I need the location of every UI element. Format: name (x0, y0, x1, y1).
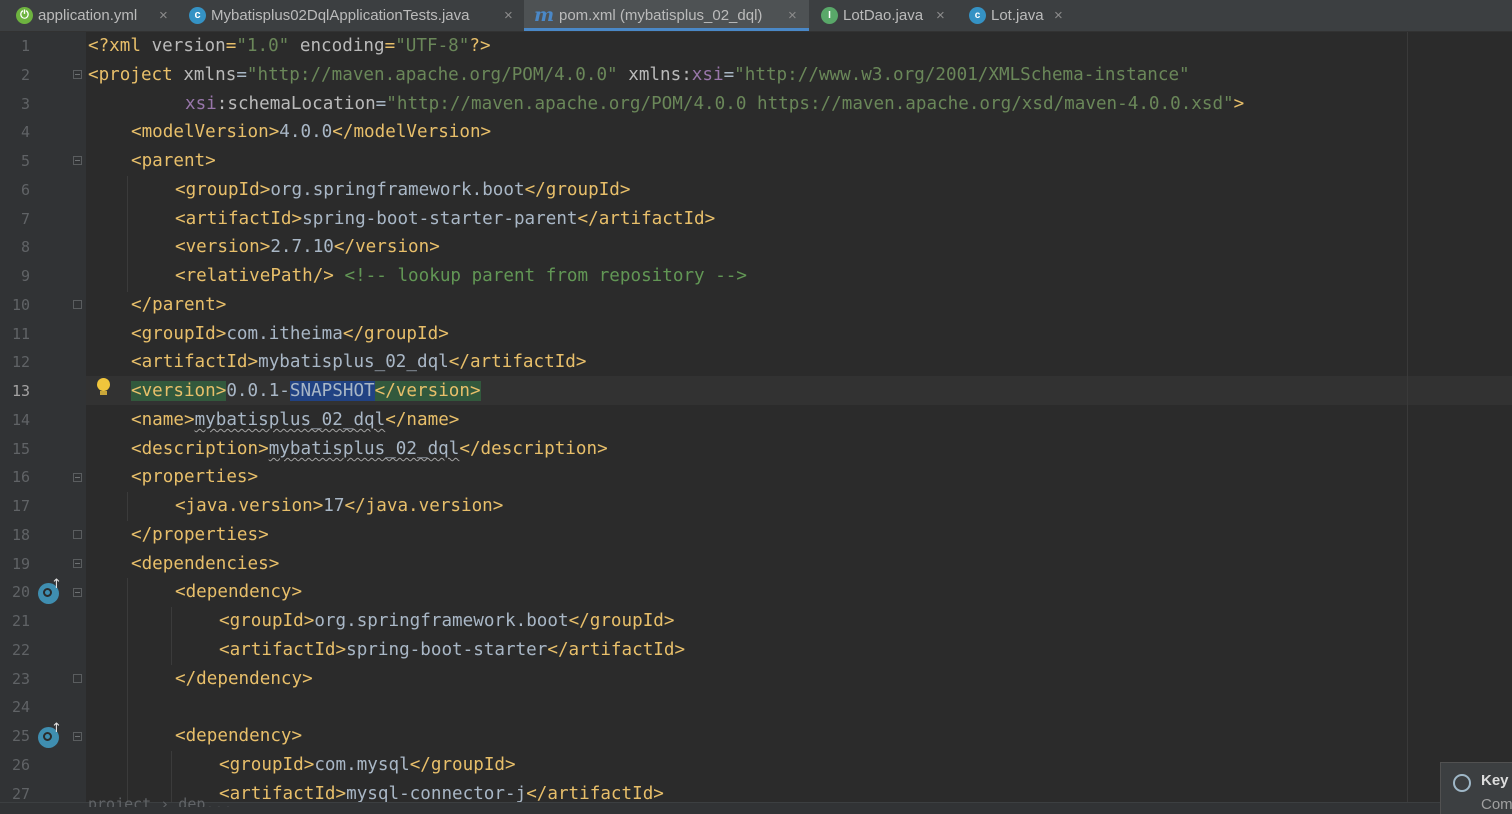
line-number: 26 (11, 756, 30, 774)
code-line: <parent> (131, 151, 216, 171)
tab-lot-java[interactable]: c Lot.java × (969, 0, 1071, 31)
line-number: 21 (11, 612, 30, 630)
close-icon[interactable]: × (159, 0, 168, 31)
line-number: 8 (20, 238, 30, 256)
line-number-current: 13 (11, 382, 30, 400)
line-number: 22 (11, 641, 30, 659)
code-line: <dependencies> (131, 554, 280, 574)
code-line: <groupId>com.mysql</groupId> (219, 755, 516, 775)
code-line: <dependency> (175, 582, 303, 602)
line-number: 18 (11, 526, 30, 544)
line-number: 12 (11, 353, 30, 371)
maven-icon: m (534, 4, 555, 26)
line-number: 25 (11, 727, 30, 745)
line-number: 4 (20, 123, 30, 141)
fold-end-icon[interactable] (73, 674, 82, 683)
code-line: <relativePath/> <!-- lookup parent from … (175, 266, 747, 286)
code-line: <?xml version="1.0" encoding="UTF-8"?> (88, 36, 491, 56)
close-icon[interactable]: × (1054, 0, 1063, 31)
code-line: <groupId>org.springframework.boot</group… (175, 180, 631, 200)
tab-label: application.yml (38, 7, 138, 24)
right-margin-guide (1407, 32, 1408, 802)
line-number: 15 (11, 440, 30, 458)
tab-mybatisplus02dqlapplicationtests[interactable]: c Mybatisplus02DqlApplicationTests.java … (189, 0, 524, 31)
class-icon: c (969, 7, 986, 24)
code-line: <name>mybatisplus_02_dql</name> (131, 410, 460, 430)
close-icon[interactable]: × (936, 0, 945, 31)
fold-toggle-icon[interactable] (73, 70, 82, 79)
breadcrumb[interactable]: project › dep... (88, 795, 233, 807)
line-number: 20 (11, 583, 30, 601)
tab-pom-xml[interactable]: m pom.xml (mybatisplus_02_dql) × (524, 0, 809, 31)
tab-label: Lot.java (991, 7, 1044, 24)
test-class-icon: c (189, 7, 206, 24)
code-line: <modelVersion>4.0.0</modelVersion> (131, 122, 492, 142)
code-line: <project xmlns="http://maven.apache.org/… (88, 65, 1190, 85)
tab-label: pom.xml (mybatisplus_02_dql) (559, 7, 763, 24)
tab-label: LotDao.java (843, 7, 924, 24)
fold-toggle-icon[interactable] (73, 473, 82, 482)
fold-end-icon[interactable] (73, 530, 82, 539)
code-line: <artifactId>spring-boot-starter</artifac… (219, 640, 686, 660)
line-number: 1 (20, 37, 30, 55)
line-number: 6 (20, 181, 30, 199)
line-number: 2 (20, 66, 30, 84)
line-number: 3 (20, 95, 30, 113)
interface-icon: I (821, 7, 838, 24)
line-number: 23 (11, 670, 30, 688)
spring-boot-config-icon: ⏻ (16, 7, 33, 24)
matched-tag: </version> (374, 381, 481, 401)
breadcrumb-bar[interactable]: project › dep... (0, 795, 1512, 814)
tab-label: Mybatisplus02DqlApplicationTests.java (211, 7, 470, 24)
line-number: 10 (11, 296, 30, 314)
code-line: </properties> (131, 525, 269, 545)
line-number: 7 (20, 210, 30, 228)
code-line: </dependency> (175, 669, 313, 689)
code-line: </parent> (131, 295, 227, 315)
line-number: 11 (11, 325, 30, 343)
fold-toggle-icon[interactable] (73, 588, 82, 597)
navigate-to-parent-pom-icon[interactable] (38, 577, 62, 604)
tab-application-yml[interactable]: ⏻ application.yml × (16, 0, 180, 31)
code-line-current[interactable]: <version>0.0.1-SNAPSHOT</version> (88, 377, 481, 406)
code-line: <description>mybatisplus_02_dql</descrip… (131, 439, 608, 459)
fold-end-icon[interactable] (73, 300, 82, 309)
close-icon[interactable]: × (504, 0, 513, 31)
keymap-icon (1453, 774, 1471, 792)
code-line: <java.version>17</java.version> (175, 496, 504, 516)
line-number: 16 (11, 468, 30, 486)
line-number: 5 (20, 152, 30, 170)
close-icon[interactable]: × (788, 0, 797, 31)
line-number: 9 (20, 267, 30, 285)
navigate-to-parent-pom-icon[interactable] (38, 721, 62, 748)
code-line: <artifactId>spring-boot-starter-parent</… (175, 209, 716, 229)
fold-toggle-icon[interactable] (73, 732, 82, 741)
notification-subtitle: Com (1481, 796, 1512, 813)
line-number: 17 (11, 497, 30, 515)
code-line: xsi:schemaLocation="http://maven.apache.… (185, 94, 1245, 114)
code-line: <groupId>org.springframework.boot</group… (219, 611, 675, 631)
line-number: 19 (11, 555, 30, 573)
code-line: <version>2.7.10</version> (175, 237, 440, 257)
line-number: 14 (11, 411, 30, 429)
editor-tab-bar: ⏻ application.yml × c Mybatisplus02DqlAp… (0, 0, 1512, 32)
code-line: <groupId>com.itheima</groupId> (131, 324, 449, 344)
code-line: <artifactId>mybatisplus_02_dql</artifact… (131, 352, 587, 372)
notification-popup[interactable]: Key Com (1440, 762, 1512, 814)
matched-tag: <version> (131, 381, 227, 401)
tab-lotdao-java[interactable]: I LotDao.java × (821, 0, 953, 31)
fold-toggle-icon[interactable] (73, 559, 82, 568)
selected-text: SNAPSHOT (289, 381, 375, 401)
code-line: <dependency> (175, 726, 303, 746)
fold-toggle-icon[interactable] (73, 156, 82, 165)
code-line: <properties> (131, 467, 259, 487)
line-number: 24 (11, 698, 30, 716)
notification-title: Key (1481, 772, 1509, 789)
